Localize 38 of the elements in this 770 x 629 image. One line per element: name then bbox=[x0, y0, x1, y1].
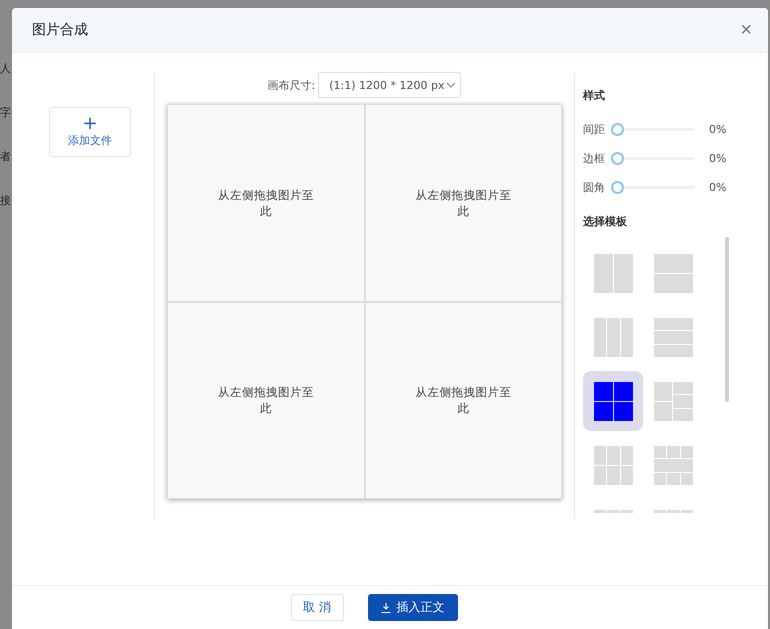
layout-template-icon bbox=[594, 318, 632, 356]
slider-thumb[interactable] bbox=[611, 123, 624, 136]
drop-zone[interactable]: 从左侧拖拽图片至此 bbox=[364, 302, 562, 499]
slider-thumb[interactable] bbox=[611, 152, 624, 165]
background-label: 人 bbox=[0, 62, 12, 76]
layout-template-icon bbox=[654, 318, 692, 356]
layout-template-icon bbox=[654, 254, 692, 292]
slider-value: 0% bbox=[709, 181, 726, 194]
canvas-size-label: 画布尺寸: bbox=[268, 78, 316, 92]
slider-thumb[interactable] bbox=[611, 181, 624, 194]
drop-zone[interactable]: 从左侧拖拽图片至此 bbox=[167, 104, 364, 302]
download-icon bbox=[380, 602, 390, 612]
layout-template-icon bbox=[594, 254, 632, 292]
layout-template-icon bbox=[594, 382, 632, 420]
add-file-button[interactable]: + 添加文件 bbox=[49, 107, 131, 157]
section-title: 选择模板 bbox=[583, 214, 628, 229]
drop-zone[interactable]: 从左侧拖拽图片至此 bbox=[364, 104, 562, 302]
template-option[interactable] bbox=[583, 371, 643, 431]
chevron-down-icon bbox=[446, 82, 456, 88]
background-label: 者 bbox=[0, 150, 12, 164]
layout-template-icon bbox=[654, 446, 692, 484]
canvas-size-select[interactable]: (1:1) 1200 * 1200 px bbox=[318, 72, 462, 98]
section-title: 样式 bbox=[583, 88, 606, 103]
insert-button[interactable]: 插入正文 bbox=[368, 594, 458, 621]
layout-template-icon bbox=[654, 382, 692, 420]
cancel-button[interactable]: 取 消 bbox=[290, 594, 344, 621]
dialog-title: 图片合成 bbox=[32, 21, 88, 39]
slider-label: 边框 bbox=[583, 151, 606, 166]
drop-zone[interactable]: 从左侧拖拽图片至此 bbox=[167, 302, 364, 499]
scrollbar[interactable] bbox=[725, 237, 729, 402]
slider-label: 间距 bbox=[583, 122, 606, 137]
background-label: 字 bbox=[0, 106, 12, 120]
close-button[interactable]: × bbox=[740, 20, 752, 40]
slider-value: 0% bbox=[709, 152, 726, 165]
background-label: 接 bbox=[0, 194, 12, 208]
layout-template-icon bbox=[594, 446, 632, 484]
slider-value: 0% bbox=[709, 123, 726, 136]
slider-label: 圆角 bbox=[583, 180, 606, 195]
